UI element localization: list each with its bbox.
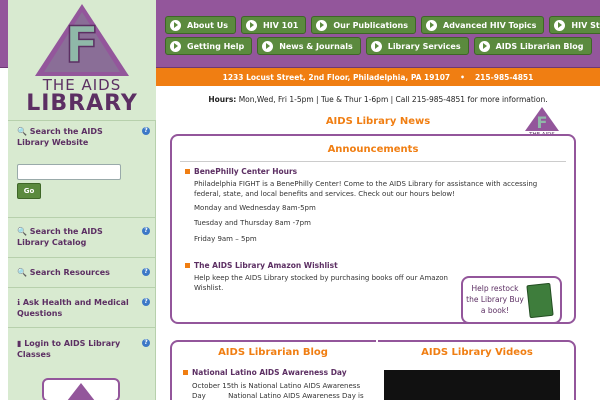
play-arrow-icon <box>245 19 257 31</box>
nav-label: News & Journals <box>279 41 353 51</box>
sidebar-search-catalog: 🔍 Search the AIDS Library Catalog ? <box>8 217 156 257</box>
sidebar-banner[interactable] <box>42 378 120 400</box>
announcement-title[interactable]: BenePhilly Center Hours <box>185 167 298 176</box>
search-resources-label: Search Resources <box>29 268 110 277</box>
nav-label: About Us <box>187 20 228 30</box>
book-icon <box>526 282 554 319</box>
announcement-paragraph: Monday and Wednesday 8am-5pm <box>194 204 316 212</box>
play-arrow-icon <box>554 19 566 31</box>
nav-label: HIV 101 <box>262 20 299 30</box>
help-icon[interactable]: ? <box>142 227 150 235</box>
bullet-square-icon <box>185 263 190 268</box>
sidebar: 🔍 Search the AIDS Library Website ? Go 🔍… <box>8 120 156 400</box>
divider <box>180 161 566 162</box>
separator-bullet: • <box>460 72 465 82</box>
ask-health-link[interactable]: ℹ Ask Health and Medical Questions <box>17 297 137 319</box>
nav-getting-help[interactable]: Getting Help <box>165 37 253 55</box>
announcement-paragraph: Help keep the AIDS Library stocked by pu… <box>194 274 448 292</box>
blog-post-title-text: National Latino AIDS Awareness Day <box>192 368 347 377</box>
sidebar-search-website: 🔍 Search the AIDS Library Website ? Go <box>8 120 156 217</box>
nav-about-us[interactable]: About Us <box>165 16 236 34</box>
search-resources-link[interactable]: 🔍 Search Resources <box>17 267 137 278</box>
search-catalog-link[interactable]: 🔍 Search the AIDS Library Catalog <box>17 226 137 248</box>
announcement-title-text: BenePhilly Center Hours <box>194 167 298 176</box>
search-input[interactable] <box>17 164 121 180</box>
restock-text: Help restock the Library Buy a book! <box>466 284 524 315</box>
nav-our-publications[interactable]: Our Publications <box>311 16 416 34</box>
address-bar: 1233 Locust Street, 2nd Floor, Philadelp… <box>156 68 600 86</box>
nav-label: Our Publications <box>333 20 408 30</box>
site-logo[interactable]: F THE AIDS LIBRARY <box>8 0 156 120</box>
nav-hiv-101[interactable]: HIV 101 <box>240 16 307 34</box>
restock-banner[interactable]: Help restock the Library Buy a book! <box>461 276 562 324</box>
announcement-title-text: The AIDS Library Amazon Wishlist <box>194 261 338 270</box>
blog-post-excerpt-2: Day National Latino AIDS Awareness Day i… <box>192 392 364 400</box>
sidebar-search-resources: 🔍 Search Resources ? <box>8 257 156 287</box>
address-text: 1233 Locust Street, 2nd Floor, Philadelp… <box>222 72 451 82</box>
help-icon[interactable]: ? <box>142 298 150 306</box>
main-nav-row-2: Getting Help News & Journals Library Ser… <box>165 37 592 55</box>
triangle-logo-icon <box>67 383 95 400</box>
help-icon[interactable]: ? <box>142 127 150 135</box>
nav-label: HIV Statistics <box>571 20 600 30</box>
play-arrow-icon <box>170 19 181 31</box>
ask-health-label: Ask Health and Medical Questions <box>17 298 129 318</box>
play-arrow-icon <box>170 40 181 52</box>
announcement-title[interactable]: The AIDS Library Amazon Wishlist <box>185 261 338 270</box>
nav-label: Advanced HIV Topics <box>443 20 537 30</box>
announcement-paragraph: Philadelphia FIGHT is a BenePhilly Cente… <box>194 180 538 198</box>
play-arrow-icon <box>316 19 328 31</box>
nav-label: Getting Help <box>187 41 245 51</box>
play-arrow-icon <box>478 40 490 52</box>
login-classes-link[interactable]: ▮ Login to AIDS Library Classes <box>17 338 137 360</box>
nav-hiv-statistics[interactable]: HIV Statistics <box>549 16 600 34</box>
search-website-label: Search the AIDS Library Website <box>17 127 103 147</box>
play-arrow-icon <box>426 19 437 31</box>
nav-label: Library Services <box>387 41 461 51</box>
logo-text-line2: LIBRARY <box>26 91 138 116</box>
sidebar-ask-health: ℹ Ask Health and Medical Questions ? <box>8 287 156 327</box>
hours-text: Mon,Wed, Fri 1-5pm | Tue & Thur 1-6pm | … <box>238 95 548 104</box>
svg-text:F: F <box>537 113 548 132</box>
hours-label: Hours: <box>208 95 237 104</box>
play-arrow-icon <box>370 40 382 52</box>
announcement-paragraph: Friday 9am – 5pm <box>194 235 257 243</box>
triangle-logo-icon: F <box>35 4 129 76</box>
blog-post-excerpt-1: October 15th is National Latino AIDS Awa… <box>192 382 361 390</box>
videos-title: AIDS Library Videos <box>421 347 533 358</box>
nav-advanced-hiv-topics[interactable]: Advanced HIV Topics <box>421 16 545 34</box>
blog-post-title[interactable]: National Latino AIDS Awareness Day <box>183 368 347 377</box>
phone-text: 215-985-4851 <box>474 72 534 82</box>
go-button[interactable]: Go <box>17 183 41 199</box>
triangle-logo-icon: F <box>525 107 559 132</box>
hours-line: Hours: Mon,Wed, Fri 1-5pm | Tue & Thur 1… <box>156 95 600 104</box>
bullet-square-icon <box>185 169 190 174</box>
main-nav-row-1: About Us HIV 101 Our Publications Advanc… <box>165 16 600 34</box>
search-website-link[interactable]: 🔍 Search the AIDS Library Website <box>17 126 137 148</box>
help-icon[interactable]: ? <box>142 339 150 347</box>
search-catalog-label: Search the AIDS Library Catalog <box>17 227 103 247</box>
nav-library-services[interactable]: Library Services <box>365 37 469 55</box>
help-icon[interactable]: ? <box>142 268 150 276</box>
video-player[interactable] <box>384 370 560 400</box>
nav-label: AIDS Librarian Blog <box>495 41 584 51</box>
nav-news-journals[interactable]: News & Journals <box>257 37 361 55</box>
announcement-paragraph: Tuesday and Thursday 8am -7pm <box>194 219 311 227</box>
nav-aids-librarian-blog[interactable]: AIDS Librarian Blog <box>473 37 592 55</box>
bullet-square-icon <box>183 370 188 375</box>
svg-text:F: F <box>65 16 99 74</box>
blog-title: AIDS Librarian Blog <box>218 347 328 358</box>
login-classes-label: Login to AIDS Library Classes <box>17 339 121 359</box>
play-arrow-icon <box>262 40 274 52</box>
announcements-title: Announcements <box>327 144 419 155</box>
